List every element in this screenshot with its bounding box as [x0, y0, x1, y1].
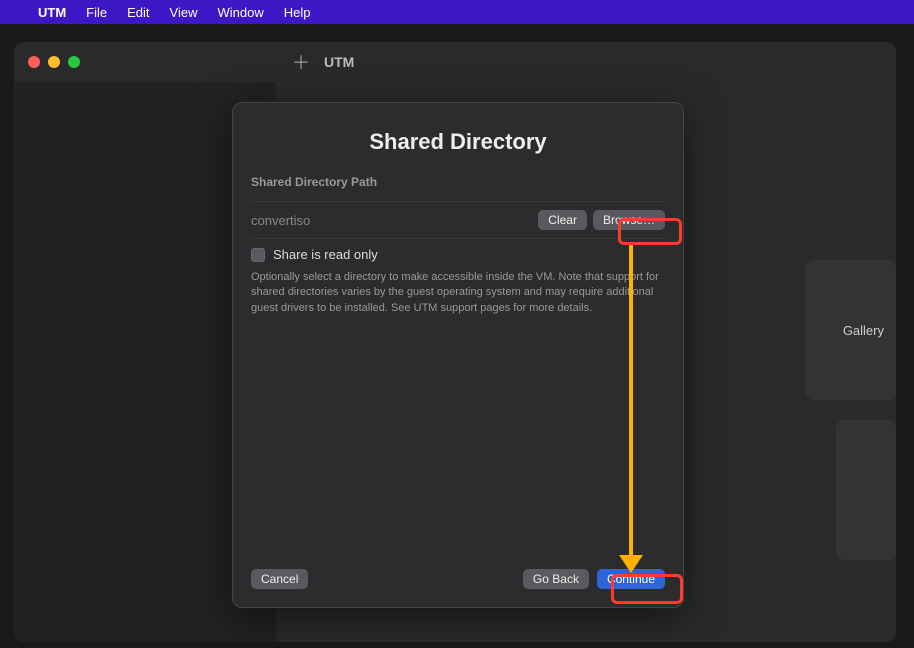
- maximize-button[interactable]: [68, 56, 80, 68]
- menu-view[interactable]: View: [170, 5, 198, 20]
- footer-right: Go Back Continue: [523, 569, 665, 589]
- page-title: UTM: [324, 54, 354, 70]
- menu-help[interactable]: Help: [284, 5, 311, 20]
- content-toolbar: ＋ UTM: [276, 42, 896, 82]
- readonly-checkbox[interactable]: [251, 248, 265, 262]
- section-label: Shared Directory Path: [251, 175, 665, 189]
- path-buttons: Clear Browse…: [538, 210, 665, 230]
- path-value: convertiso: [251, 213, 310, 228]
- menu-app[interactable]: UTM: [38, 5, 66, 20]
- traffic-lights: [28, 56, 80, 68]
- minimize-button[interactable]: [48, 56, 60, 68]
- readonly-label: Share is read only: [273, 247, 378, 262]
- menu-file[interactable]: File: [86, 5, 107, 20]
- continue-button[interactable]: Continue: [597, 569, 665, 589]
- readonly-row: Share is read only: [251, 238, 665, 266]
- path-row: convertiso Clear Browse…: [251, 201, 665, 238]
- menubar: UTM File Edit View Window Help: [0, 0, 914, 24]
- clear-button[interactable]: Clear: [538, 210, 587, 230]
- sheet-title: Shared Directory: [233, 103, 683, 175]
- goback-button[interactable]: Go Back: [523, 569, 589, 589]
- shared-directory-sheet: Shared Directory Shared Directory Path c…: [232, 102, 684, 608]
- close-button[interactable]: [28, 56, 40, 68]
- gallery-label: Gallery: [843, 323, 884, 338]
- gallery-card[interactable]: Gallery: [806, 260, 896, 400]
- menu-window[interactable]: Window: [217, 5, 263, 20]
- add-icon[interactable]: ＋: [292, 49, 310, 75]
- sheet-body: Shared Directory Path convertiso Clear B…: [233, 175, 683, 555]
- description-text: Optionally select a directory to make ac…: [251, 266, 665, 326]
- sheet-footer: Cancel Go Back Continue: [233, 555, 683, 607]
- secondary-card[interactable]: [836, 420, 896, 560]
- cancel-button[interactable]: Cancel: [251, 569, 308, 589]
- browse-button[interactable]: Browse…: [593, 210, 665, 230]
- menu-edit[interactable]: Edit: [127, 5, 149, 20]
